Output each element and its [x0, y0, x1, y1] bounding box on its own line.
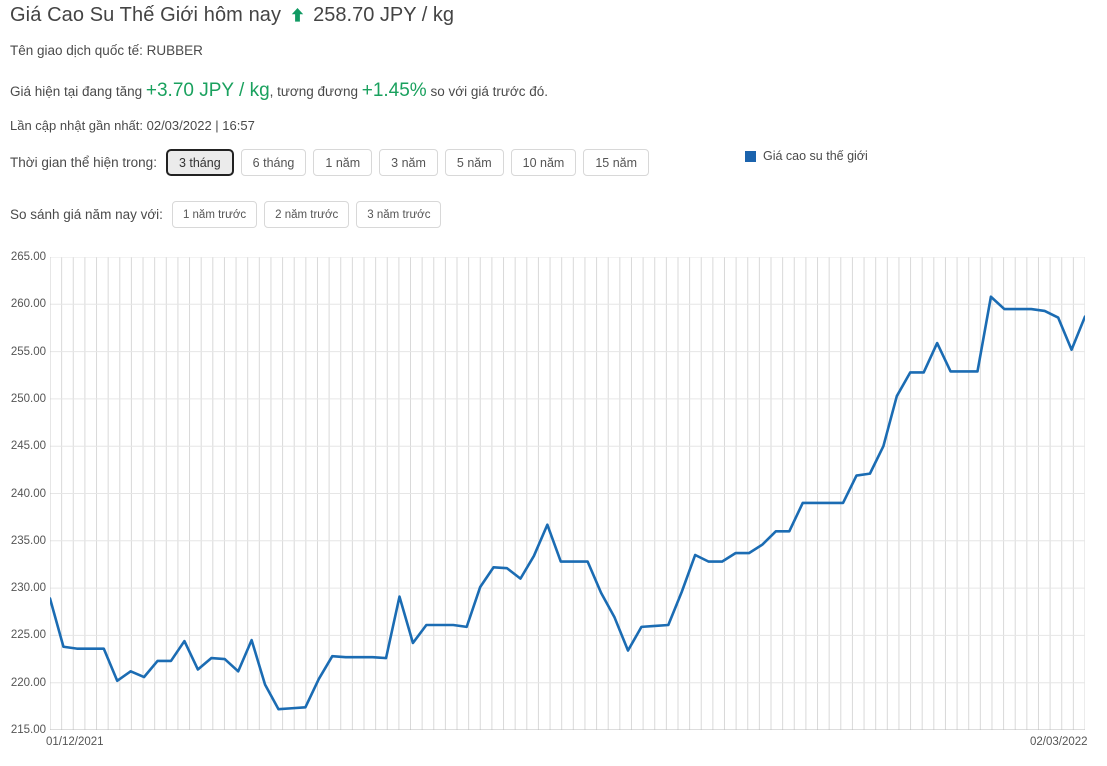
y-axis-tick: 225.00: [10, 629, 46, 642]
change-percent: +1.45%: [361, 80, 427, 101]
legend-swatch-icon: [745, 150, 756, 162]
y-axis-tick: 265.00: [10, 251, 46, 263]
last-updated: Lần cập nhật gần nhất: 02/03/2022 | 16:5…: [10, 118, 255, 133]
range-selector-label: Thời gian thể hiện trong:: [10, 155, 157, 170]
y-axis-tick: 220.00: [10, 676, 46, 689]
y-axis-tick: 245.00: [10, 440, 46, 453]
y-axis-tick: 235.00: [10, 534, 46, 547]
x-axis-end-label: 02/03/2022: [1030, 736, 1088, 748]
compare-selector: So sánh giá năm nay với: 1 năm trước 2 n…: [10, 201, 448, 228]
x-axis-start-label: 01/12/2021: [46, 736, 104, 748]
y-axis-tick: 250.00: [10, 392, 46, 405]
y-axis-tick: 260.00: [10, 298, 46, 311]
compare-selector-label: So sánh giá năm nay với:: [10, 207, 163, 222]
chart-legend: Giá cao su thế giới: [745, 149, 868, 163]
range-option-15-nam[interactable]: 15 năm: [583, 149, 650, 176]
compare-option-2-nam-truoc[interactable]: 2 năm trước: [264, 201, 350, 228]
y-axis-labels: 265.00 260.00 255.00 250.00 245.00 240.00 235.…: [0, 248, 46, 736]
range-option-3-thang[interactable]: 3 tháng: [165, 149, 234, 176]
y-axis-tick: 215.00: [10, 724, 46, 736]
legend-label: Giá cao su thế giới: [763, 149, 868, 163]
range-selector: Thời gian thể hiện trong: 3 tháng 6 thán…: [10, 149, 656, 176]
price-chart: 265.00 260.00 255.00 250.00 245.00 240.00 235.…: [0, 248, 1107, 748]
price-change-line: Giá hiện tại đang tăng +3.70 JPY / kg, t…: [10, 80, 548, 102]
page-title: Giá Cao Su Thế Giới hôm nay: [10, 4, 282, 26]
symbol-line: Tên giao dịch quốc tế: RUBBER: [10, 43, 203, 58]
change-middle: , tương đương: [269, 84, 358, 99]
range-option-6-thang[interactable]: 6 tháng: [240, 149, 307, 176]
compare-option-3-nam-truoc[interactable]: 3 năm trước: [356, 201, 442, 228]
range-option-1-nam[interactable]: 1 năm: [313, 149, 373, 176]
change-suffix: so với giá trước đó.: [430, 84, 549, 99]
rubber-price-page: Giá Cao Su Thế Giới hôm nay 258.70 JPY /…: [0, 0, 1107, 766]
change-prefix: Giá hiện tại đang tăng: [10, 84, 143, 99]
range-option-3-nam[interactable]: 3 năm: [379, 149, 438, 176]
range-option-10-nam[interactable]: 10 năm: [510, 149, 577, 176]
range-option-5-nam[interactable]: 5 năm: [444, 149, 504, 176]
change-amount: +3.70 JPY / kg: [145, 80, 270, 101]
chart-svg: [50, 257, 1085, 730]
y-axis-tick: 255.00: [10, 345, 46, 358]
y-axis-tick: 240.00: [10, 487, 46, 500]
arrow-up-icon: [290, 7, 305, 28]
current-price: 258.70 JPY / kg: [313, 4, 454, 26]
y-axis-tick: 230.00: [10, 582, 46, 595]
page-header: Giá Cao Su Thế Giới hôm nay 258.70 JPY /…: [10, 4, 454, 27]
x-axis-labels: 01/12/2021 02/03/2022: [0, 736, 1107, 756]
chart-plot-area: [50, 257, 1085, 730]
compare-option-1-nam-truoc[interactable]: 1 năm trước: [171, 201, 258, 228]
